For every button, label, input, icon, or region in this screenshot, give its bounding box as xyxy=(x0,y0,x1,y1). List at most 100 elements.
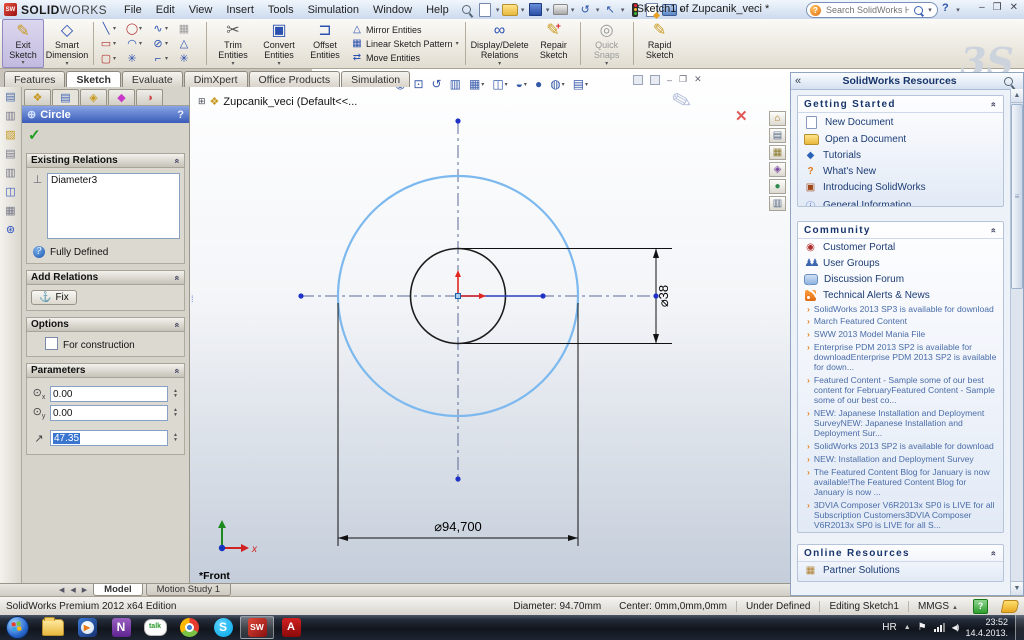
minimize-button[interactable]: – xyxy=(979,2,985,13)
add-relations-header[interactable]: Add Relations« xyxy=(26,270,185,285)
tab-sketch[interactable]: Sketch xyxy=(66,71,120,87)
exit-sketch-button[interactable]: ✎ Exit Sketch ▾ xyxy=(2,19,44,68)
open-note-icon[interactable]: ▨ xyxy=(2,127,20,144)
restore-button[interactable]: ❐ xyxy=(993,2,1002,13)
menu-tools[interactable]: Tools xyxy=(261,3,301,17)
sketch-origin[interactable] xyxy=(455,270,486,299)
units-selector[interactable]: MMGS▲ xyxy=(908,601,967,612)
relations-caret-icon[interactable]: ▾ xyxy=(498,61,501,68)
tab-property-manager[interactable]: ▤ xyxy=(52,89,79,105)
radius-input[interactable]: 47.35 xyxy=(50,430,168,446)
tab-simulation[interactable]: Simulation xyxy=(341,71,410,87)
menu-view[interactable]: View xyxy=(182,3,220,17)
menu-insert[interactable]: Insert xyxy=(219,3,261,17)
sketch-canvas[interactable]: ⌀38 ⌀94,700 xyxy=(190,87,790,583)
note-icon[interactable]: ▤ xyxy=(2,89,20,106)
tab-model[interactable]: Model xyxy=(93,584,142,596)
news-item[interactable]: ›NEW: Japanese Installation and Deployme… xyxy=(798,408,1003,441)
repair-sketch-button[interactable]: ✎+ Repair Sketch xyxy=(531,19,577,68)
tag-icon[interactable] xyxy=(1001,600,1020,613)
label-icon[interactable]: ▥ xyxy=(2,165,20,182)
doc-tile-icon[interactable] xyxy=(633,75,643,85)
show-desktop-button[interactable] xyxy=(1015,615,1024,640)
point-tool[interactable]: ✳ xyxy=(125,52,149,65)
getting-started-header[interactable]: Getting Started« xyxy=(798,96,1003,113)
y-spinner[interactable]: ▲▼ xyxy=(171,408,180,418)
compass-icon[interactable]: ⊛ xyxy=(2,222,20,239)
exit-sketch-caret-icon[interactable]: ▾ xyxy=(21,60,24,67)
news-item[interactable]: ›The Featured Content Blog for January i… xyxy=(798,467,1003,500)
network-icon[interactable] xyxy=(934,623,945,632)
close-button[interactable]: ✕ xyxy=(1010,2,1018,13)
save-button[interactable] xyxy=(527,2,544,18)
circle-tool[interactable]: ◯▾ xyxy=(125,22,149,35)
action-center-icon[interactable]: ⚑ xyxy=(918,622,927,633)
select-button[interactable]: ↖ xyxy=(602,2,619,18)
doc-minimize-button[interactable]: – xyxy=(667,75,672,85)
open-caret-icon[interactable]: ▾ xyxy=(519,6,527,14)
rapid-sketch-button[interactable]: ✎ Rapid Sketch xyxy=(637,19,683,68)
taskbar-skype[interactable]: S xyxy=(206,616,240,639)
new-document-button[interactable] xyxy=(477,2,494,18)
link-whats-new[interactable]: ?What's New xyxy=(798,163,1003,179)
construction-tool[interactable]: ✳ xyxy=(177,52,201,65)
centerline-tool[interactable]: ⌐▾ xyxy=(151,53,175,65)
help-search-box[interactable]: ? ▾ xyxy=(806,2,938,18)
link-discussion-forum[interactable]: Discussion Forum xyxy=(798,271,1003,287)
ellipse-tool[interactable]: ⊘▾ xyxy=(151,37,175,50)
radius-spinner[interactable]: ▲▼ xyxy=(171,433,180,443)
smart-dimension-button[interactable]: ◇ Smart Dimension ▾ xyxy=(44,19,90,68)
scrollbar-thumb[interactable] xyxy=(1011,104,1023,289)
move-entities-button[interactable]: ⇄Move Entities xyxy=(351,51,459,64)
tab-evaluate[interactable]: Evaluate xyxy=(122,71,183,87)
convert-caret-icon[interactable]: ▾ xyxy=(277,61,280,68)
select-caret-icon[interactable]: ▾ xyxy=(619,6,627,14)
help-menu-button[interactable]: ? xyxy=(942,2,949,14)
trim-entities-button[interactable]: ✂ Trim Entities ▾ xyxy=(210,19,256,68)
trim-caret-icon[interactable]: ▾ xyxy=(231,61,234,68)
link-partner-solutions[interactable]: ▦Partner Solutions xyxy=(798,562,1003,578)
quick-tips-button[interactable]: ? xyxy=(973,599,988,614)
convert-entities-button[interactable]: ▣ Convert Entities ▾ xyxy=(256,19,302,68)
ok-button[interactable]: ✓ xyxy=(22,123,50,147)
line-tool[interactable]: ╲▾ xyxy=(99,22,123,35)
scroll-up-button[interactable]: ▲ xyxy=(1011,89,1023,103)
taskbar-onenote[interactable]: N xyxy=(104,616,138,639)
x-coordinate-input[interactable]: 0.00 xyxy=(50,386,168,402)
options-header[interactable]: Options« xyxy=(26,317,185,332)
offset-entities-button[interactable]: ⊐ Offset Entities xyxy=(302,19,348,68)
tab-motion-study[interactable]: Motion Study 1 xyxy=(146,584,231,596)
taskbar-solidworks[interactable]: SW xyxy=(240,616,274,639)
tab-feature-manager[interactable]: ❖ xyxy=(24,89,51,105)
pin-pane-icon[interactable] xyxy=(1004,77,1013,86)
sketch-point[interactable] xyxy=(298,293,303,298)
taskbar-media-player[interactable]: ▶ xyxy=(70,616,104,639)
existing-relations-header[interactable]: Existing Relations« xyxy=(26,153,185,168)
relation-item[interactable]: Diameter3 xyxy=(51,175,97,186)
news-item[interactable]: ›3DVIA Composer V6R2013x SP0 is LIVE for… xyxy=(798,499,1003,532)
open-button[interactable] xyxy=(502,2,519,18)
polygon-tool[interactable]: △ xyxy=(177,37,201,50)
pin-menu-icon[interactable] xyxy=(462,5,471,14)
link-tutorials[interactable]: ◆Tutorials xyxy=(798,147,1003,163)
pm-help-button[interactable]: ? xyxy=(177,109,184,121)
spline-tool[interactable]: ∿▾ xyxy=(151,22,175,35)
quick-snaps-caret-icon[interactable]: ▾ xyxy=(605,61,608,68)
display-delete-relations-button[interactable]: ∞ Display/Delete Relations ▾ xyxy=(469,19,531,68)
doc-restore-button[interactable]: ❐ xyxy=(679,74,687,85)
scroll-down-button[interactable]: ▼ xyxy=(1011,581,1023,595)
news-item[interactable]: ›Enterprise PDM 2013 SP2 is available fo… xyxy=(798,342,1003,375)
link-new-document[interactable]: New Document xyxy=(798,113,1003,131)
sketch-point[interactable] xyxy=(455,118,460,123)
tab-configuration-manager[interactable]: ◈ xyxy=(80,89,107,105)
doc-close-button[interactable]: ✕ xyxy=(694,74,702,85)
print-button[interactable] xyxy=(552,2,569,18)
volume-icon[interactable]: ◀) xyxy=(952,623,959,632)
save-note-icon[interactable]: ◫ xyxy=(2,184,20,201)
menu-edit[interactable]: Edit xyxy=(149,3,182,17)
relations-listbox[interactable]: Diameter3 xyxy=(47,173,180,239)
parameters-header[interactable]: Parameters« xyxy=(26,363,185,378)
stamp-icon[interactable]: ▤ xyxy=(2,146,20,163)
tab-dimxpert[interactable]: DimXpert xyxy=(184,71,248,87)
save-caret-icon[interactable]: ▾ xyxy=(544,6,552,14)
